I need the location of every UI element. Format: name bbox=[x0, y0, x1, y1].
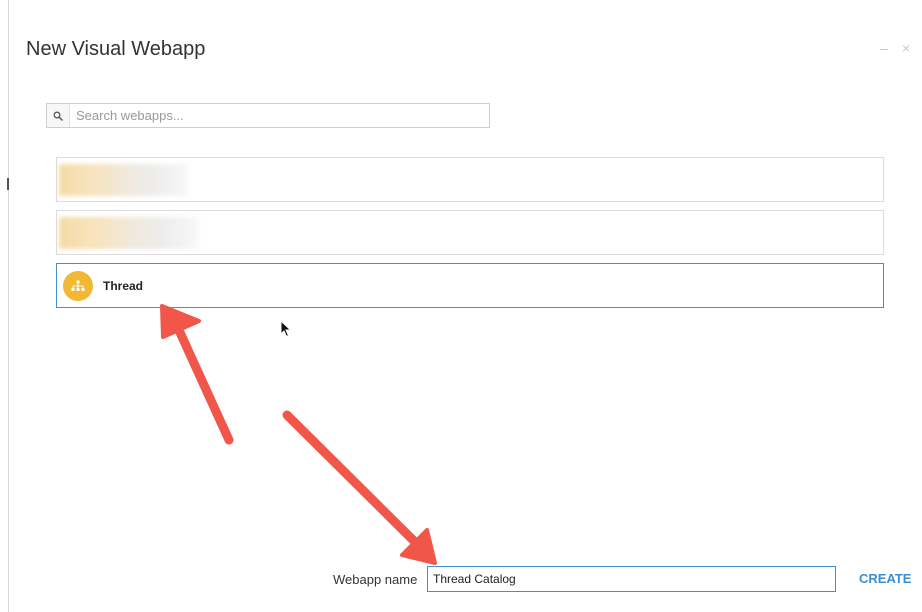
webapp-list: Thread bbox=[56, 157, 884, 316]
webapp-item-redacted-2[interactable] bbox=[56, 210, 884, 255]
search-box bbox=[46, 103, 490, 128]
sitemap-icon bbox=[63, 270, 93, 301]
minimize-button[interactable]: – bbox=[880, 40, 888, 56]
webapp-name-label: Webapp name bbox=[333, 572, 418, 587]
close-button[interactable]: × bbox=[902, 40, 910, 56]
annotation-arrow-to-thread bbox=[160, 304, 234, 445]
redacted-content bbox=[59, 216, 199, 249]
webapp-item-redacted-1[interactable] bbox=[56, 157, 884, 202]
window-controls: – × bbox=[880, 40, 910, 56]
dialog-title: New Visual Webapp bbox=[26, 38, 206, 60]
create-button[interactable]: CREATE bbox=[859, 570, 911, 588]
annotation-arrow-to-name-field bbox=[282, 410, 437, 565]
search-icon bbox=[47, 104, 70, 127]
mouse-cursor-icon bbox=[280, 319, 292, 343]
redacted-content bbox=[59, 163, 189, 196]
webapp-item-thread[interactable]: Thread bbox=[56, 263, 884, 308]
left-edge-tick bbox=[7, 178, 9, 190]
search-input[interactable] bbox=[70, 104, 489, 127]
webapp-name-input[interactable] bbox=[427, 566, 836, 592]
left-edge-rule bbox=[8, 0, 9, 612]
webapp-item-label: Thread bbox=[103, 278, 144, 293]
